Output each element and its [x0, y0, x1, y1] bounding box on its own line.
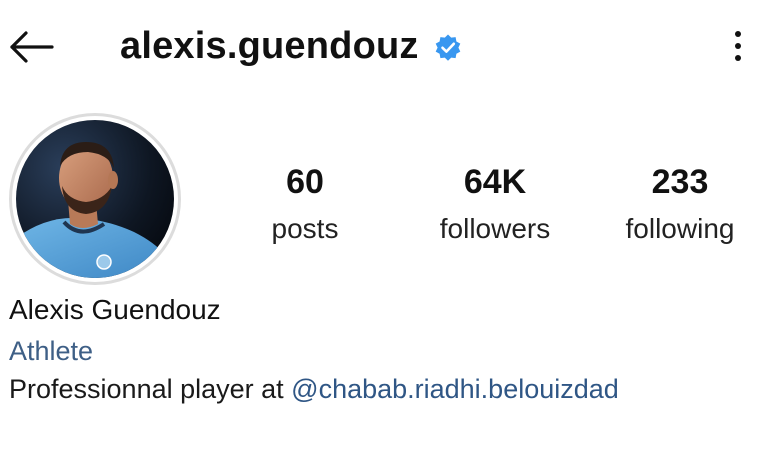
stat-following[interactable]: 233 following [600, 162, 760, 246]
profile-category: Athlete [9, 336, 94, 366]
profile-display-name: Alexis Guendouz [9, 294, 221, 325]
stat-followers[interactable]: 64K followers [415, 162, 575, 246]
bio-prefix: Professionnal player at [9, 374, 292, 404]
profile-header-title: alexis.guendouz [120, 22, 463, 70]
arrow-left-icon[interactable] [8, 30, 56, 64]
verified-badge-icon [435, 34, 460, 61]
following-label: following [625, 213, 735, 244]
bio-mention-link[interactable]: @chabab.riadhi.belouizdad [291, 374, 619, 404]
avatar-ring[interactable] [9, 113, 181, 285]
stat-posts[interactable]: 60 posts [250, 162, 360, 246]
avatar[interactable] [16, 120, 174, 278]
posts-label: posts [271, 213, 339, 244]
followers-count: 64K [463, 163, 527, 201]
profile-bio: Professionnal player at @chabab.riadhi.b… [9, 371, 619, 407]
posts-count: 60 [286, 163, 324, 201]
more-vertical-icon[interactable] [728, 26, 748, 66]
profile-page: alexis.guendouz 60 posts 64K followers 2… [0, 0, 780, 470]
username: alexis.guendouz [120, 24, 419, 67]
following-count: 233 [651, 163, 709, 201]
followers-label: followers [439, 213, 551, 244]
